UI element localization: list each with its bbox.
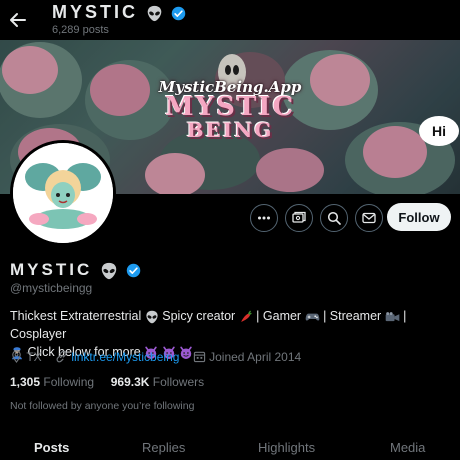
alien-emoji-icon (101, 262, 117, 279)
subscribe-button[interactable] (285, 204, 313, 232)
profile-handle: @mysticbeingg (10, 281, 93, 295)
alien-emoji-icon (147, 5, 162, 21)
follow-button[interactable]: Follow (387, 203, 451, 231)
verified-badge-icon[interactable] (126, 263, 141, 278)
envelope-icon (362, 212, 376, 224)
calendar-icon (193, 352, 205, 363)
bio-text: Thickest Extraterrestrial (10, 309, 142, 323)
header-name: MYSTIC (52, 2, 139, 22)
link-icon (56, 350, 67, 363)
following-stat[interactable]: 1,305 Following (10, 375, 94, 389)
tab-media[interactable]: Media (390, 440, 425, 455)
message-button[interactable] (355, 204, 383, 232)
followers-stat[interactable]: 969.3K Followers (111, 375, 204, 389)
location-pin-icon (12, 350, 21, 364)
profile-display-name: MYSTIC (10, 260, 141, 280)
followers-label: Followers (152, 375, 205, 389)
banner-speech-bubble: Hi (419, 116, 459, 146)
banner-logo-line2: BEING (186, 118, 274, 142)
video-camera-emoji-icon (385, 311, 399, 321)
more-dots-icon (258, 216, 270, 220)
more-options-button[interactable] (250, 204, 278, 232)
followers-count: 969.3K (110, 375, 150, 389)
profile-link[interactable]: linktr.ee/Mysticbeing (71, 350, 179, 364)
header-title: MYSTIC (52, 2, 186, 23)
display-name-text: MYSTIC (10, 260, 93, 279)
following-count: 1,305 (10, 375, 41, 389)
chili-pepper-emoji-icon (240, 310, 252, 322)
post-count: 6,289 posts (52, 24, 109, 36)
game-controller-emoji-icon (305, 313, 319, 321)
follow-stats: 1,305 Following 969.3K Followers (10, 375, 204, 389)
bio-text: Spicy creator (162, 309, 236, 323)
verified-badge-icon (171, 6, 186, 20)
gallery-icon (292, 211, 306, 223)
avatar-image (13, 143, 113, 243)
bio-text: | Streamer (323, 309, 382, 323)
tab-highlights[interactable]: Highlights (258, 440, 315, 455)
bio-text: | Gamer (256, 309, 302, 323)
joined-date: Joined April 2014 (209, 349, 302, 364)
search-button[interactable] (320, 204, 348, 232)
tab-posts[interactable]: Posts (34, 440, 69, 455)
alien-emoji-icon (146, 310, 158, 324)
location-text: TX (26, 349, 42, 364)
banner-logo-line1: MYSTIC (164, 92, 296, 122)
tab-replies[interactable]: Replies (142, 440, 185, 455)
not-followed-notice: Not followed by anyone you’re following (10, 400, 195, 412)
back-arrow-icon[interactable] (8, 8, 28, 32)
profile-meta: TX linktr.ee/Mysticbeing Joined April 20… (10, 349, 301, 364)
profile-tabs: Posts Replies Highlights Media (0, 436, 460, 460)
top-bar: MYSTIC 6,289 posts (0, 0, 460, 40)
avatar[interactable] (10, 140, 116, 246)
following-label: Following (43, 375, 95, 389)
search-icon (327, 211, 341, 225)
